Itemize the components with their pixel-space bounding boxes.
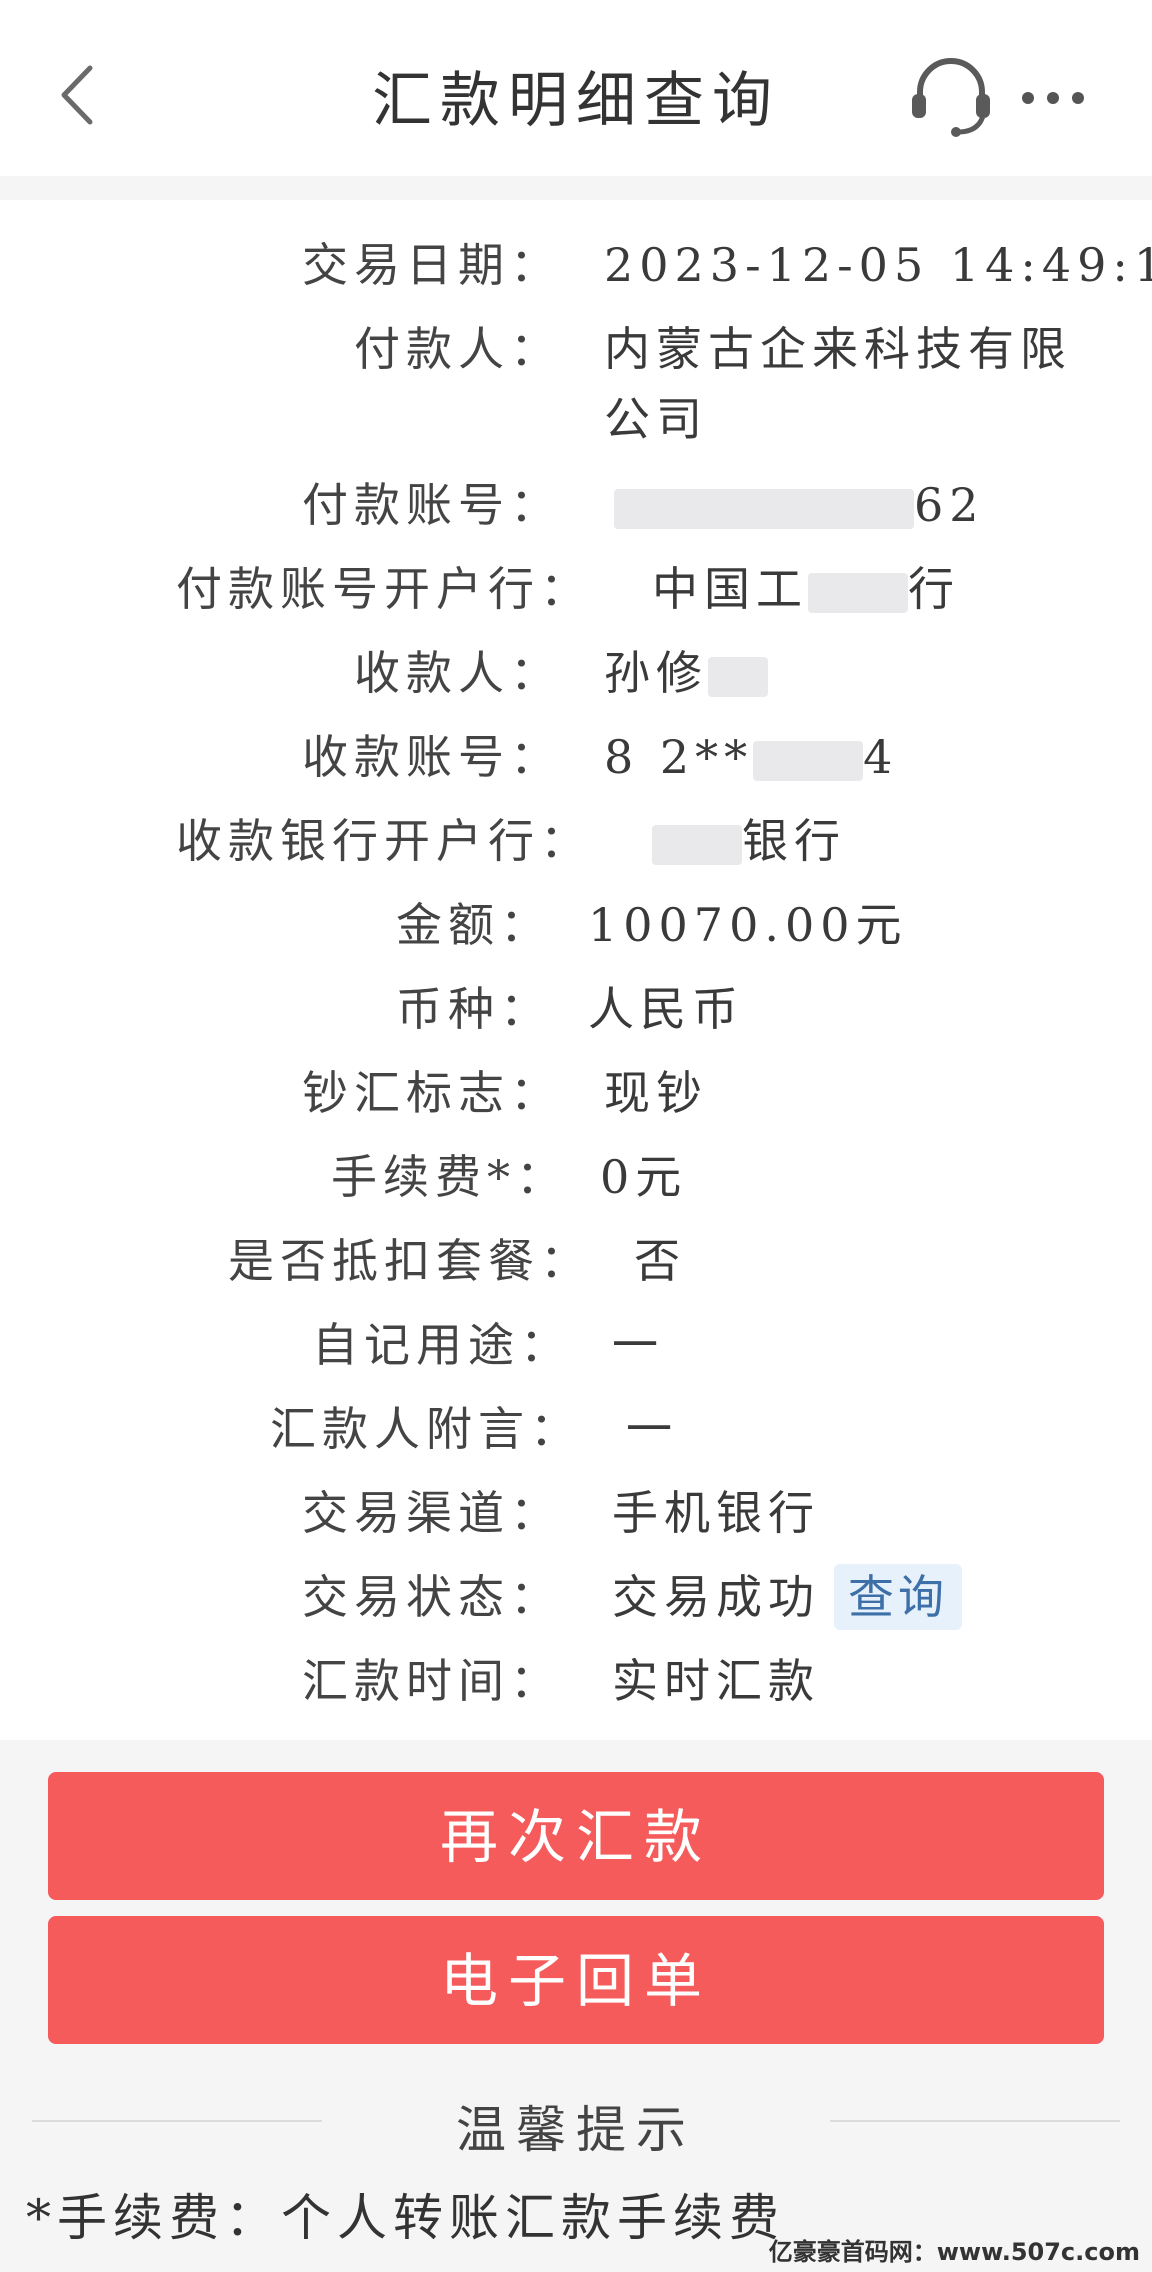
detail-label: 币种： <box>396 982 552 1036</box>
remit-again-button[interactable]: 再次汇款 <box>48 1772 1104 1900</box>
detail-value: 62 <box>614 472 985 538</box>
detail-label: 交易状态： <box>302 1570 562 1624</box>
e-receipt-button[interactable]: 电子回单 <box>48 1916 1104 2044</box>
detail-label: 交易日期： <box>302 238 562 292</box>
detail-label: 钞汇标志： <box>302 1066 562 1120</box>
detail-value: 否 <box>634 1234 686 1288</box>
tips-title: 温馨提示 <box>456 2101 696 2159</box>
detail-value: 中国工行 <box>652 562 960 616</box>
detail-label: 是否抵扣套餐： <box>228 1234 592 1288</box>
detail-value: 内蒙古企来科技有限 <box>604 322 1072 376</box>
detail-value: 交易成功 查询 <box>612 1564 962 1630</box>
detail-value: 0元 <box>600 1150 688 1204</box>
more-dots-icon[interactable] <box>1018 78 1088 118</box>
detail-label: 自记用途： <box>312 1318 572 1372</box>
redaction-mask <box>808 573 908 613</box>
detail-label: 收款账号： <box>302 730 562 784</box>
detail-label: 汇款时间： <box>302 1654 562 1708</box>
redaction-mask <box>652 825 742 865</box>
detail-label: 金额： <box>396 898 552 952</box>
detail-value: 现钞 <box>604 1066 708 1120</box>
detail-value: 10070.00元 <box>588 898 908 952</box>
detail-value: 8 2** 4 <box>604 730 899 784</box>
detail-label: 付款账号： <box>302 478 562 532</box>
detail-label: 付款账号开户行： <box>176 562 592 616</box>
detail-label: 汇款人附言： <box>270 1402 582 1456</box>
detail-label: 手续费*： <box>331 1150 568 1204</box>
detail-value: 一 <box>626 1402 678 1456</box>
transaction-details: 交易日期： 2023-12-05 14:49:19 付款人： 内蒙古企来科技有限… <box>0 200 1152 1740</box>
watermark: 亿豪豪首码网：www.507c.com <box>768 2238 1140 2266</box>
redaction-mask <box>708 657 768 697</box>
headset-icon[interactable] <box>908 52 994 138</box>
detail-label: 付款人： <box>354 322 562 376</box>
detail-label: 交易渠道： <box>302 1486 562 1540</box>
detail-value: 公司 <box>604 392 708 446</box>
detail-value: 人民币 <box>588 982 744 1036</box>
detail-value: 2023-12-05 14:49:19 <box>604 238 1152 292</box>
detail-label: 收款银行开户行： <box>176 814 592 868</box>
detail-value: 手机银行 <box>612 1486 820 1540</box>
header-bar: 汇款明细查询 <box>0 0 1152 176</box>
detail-value: 孙修 <box>604 640 768 706</box>
detail-value: 实时汇款 <box>612 1654 820 1708</box>
status-query-button[interactable]: 查询 <box>834 1564 962 1630</box>
redaction-mask <box>753 741 864 781</box>
detail-label: 收款人： <box>354 646 562 700</box>
redaction-mask <box>614 489 914 529</box>
detail-value: 银行 <box>652 808 846 874</box>
tips-text: *手续费：个人转账汇款手续费 <box>26 2189 785 2247</box>
detail-value: 一 <box>612 1318 664 1372</box>
